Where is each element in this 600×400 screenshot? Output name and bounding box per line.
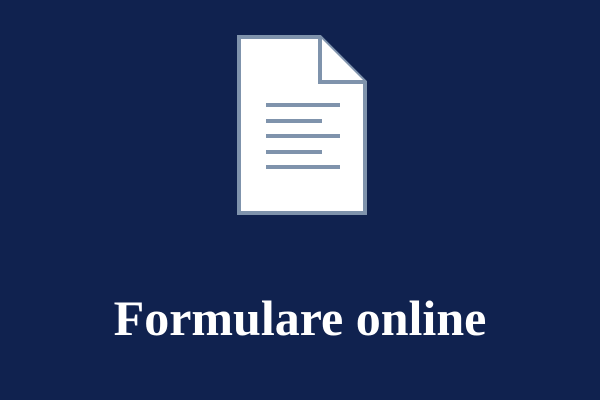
document-icon bbox=[236, 34, 368, 216]
formulare-online-tile[interactable]: Formulare online bbox=[0, 0, 600, 400]
tile-label: Formulare online bbox=[113, 290, 487, 346]
